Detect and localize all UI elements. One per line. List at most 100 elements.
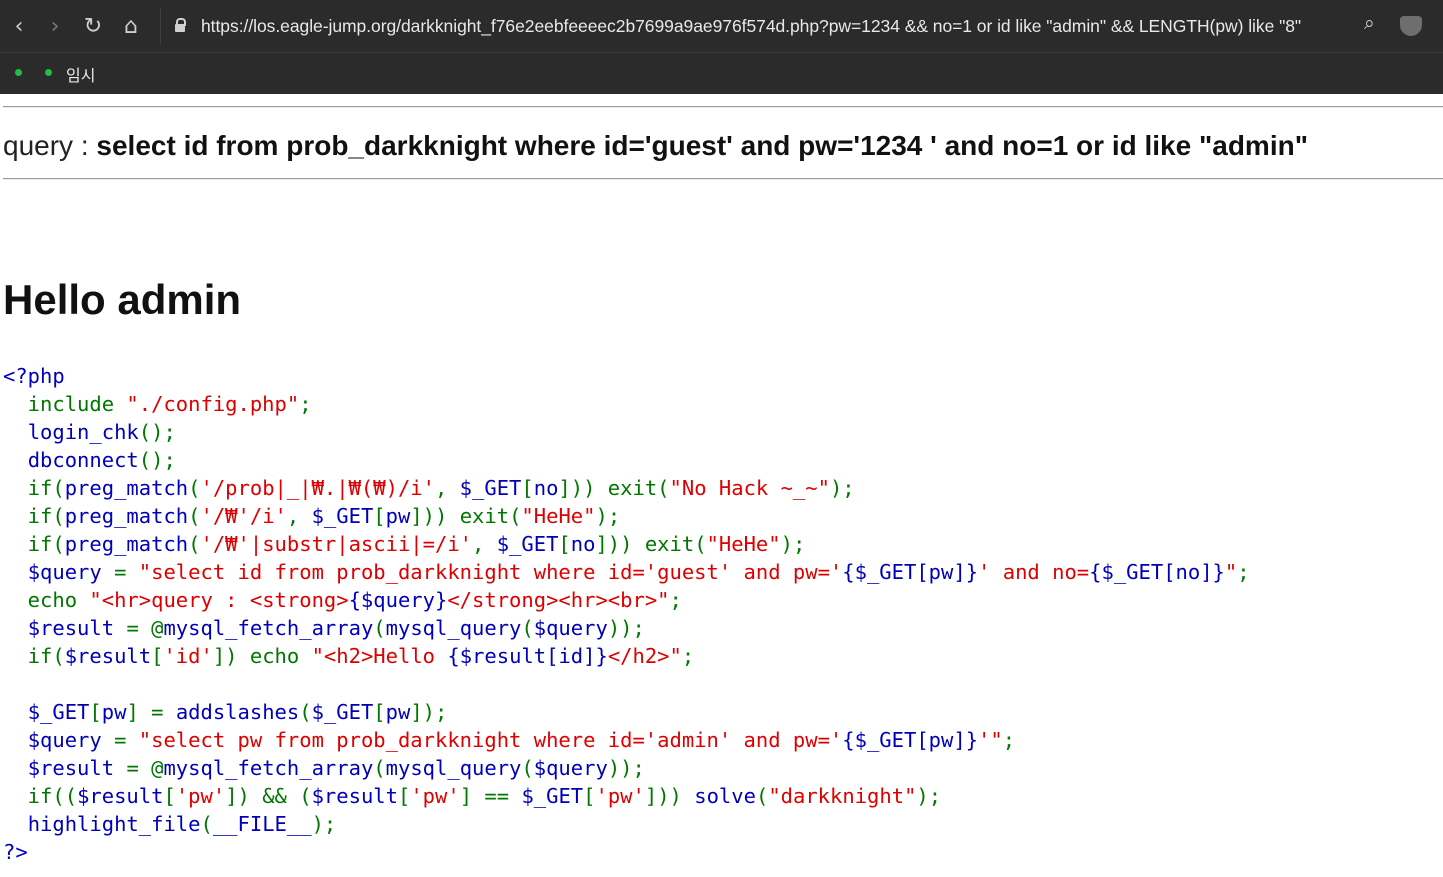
code-token: $_GET [311,504,374,528]
code-token: $query [533,616,608,640]
code-token: ( [188,504,201,528]
code-token: ); [916,784,942,808]
code-token: solve [694,784,756,808]
code-line: $result = @mysql_fetch_array(mysql_query… [3,614,1250,642]
code-token: <?php [3,364,65,388]
code-token: if( [3,476,65,500]
reload-icon[interactable]: ↻ [80,12,106,40]
code-token: ; [681,644,695,668]
code-token: login_chk [27,420,139,444]
code-token: {$_GET[pw]} [842,728,979,752]
code-token: '/₩'/i' [200,504,287,528]
code-token: 'pw' [410,784,460,808]
code-line: echo "<hr>query : <strong>{$query}</stro… [3,586,1250,614]
code-token: "select id from prob_darkknight where id… [138,560,843,584]
code-token: [ [521,476,534,500]
code-line [3,670,1250,698]
code-token: no [533,476,559,500]
code-token: '/prob|_|₩.|₩(₩)/i' [200,476,435,500]
address-bar[interactable]: https://los.eagle-jump.org/darkknight_f7… [160,8,1440,44]
code-token: ( [373,616,386,640]
code-token: = @ [126,616,164,640]
browser-toolbar: ‹ › ↻ ⌂ https://los.eagle-jump.org/darkk… [0,0,1443,52]
code-token: $_GET [459,476,522,500]
code-token: ); [311,812,337,836]
code-token: ( [200,812,213,836]
bottom-divider [3,178,1443,180]
back-arrow-icon[interactable]: ‹ [6,12,32,40]
code-line: ?> [3,838,1250,866]
shield-icon[interactable] [1400,16,1422,36]
code-token: , [472,532,497,556]
code-token: , [286,504,312,528]
bookmark-dot-icon[interactable] [15,69,22,76]
code-line: dbconnect(); [3,446,1250,474]
code-token: $_GET [27,700,90,724]
code-token: mysql_fetch_array [163,756,374,780]
code-token: {$_GET[no]} [1089,560,1225,584]
code-token: "./config.php" [126,392,300,416]
code-token: {$result[id]} [447,644,608,668]
code-token: ( [755,784,769,808]
code-token: preg_match [64,532,189,556]
bookmarks-bar: 임시 [0,52,1443,94]
bookmark-dot-icon[interactable] [45,69,52,76]
lock-icon[interactable] [175,18,186,32]
code-token: highlight_file [27,812,201,836]
code-token: pw [385,504,411,528]
code-token: )); [607,616,645,640]
code-token: include [3,392,127,416]
code-token: $_GET [496,532,559,556]
code-line: if($result['id']) echo "<h2>Hello {$resu… [3,642,1250,670]
code-token: "<h2>Hello [311,644,448,668]
code-token: pw [385,700,411,724]
code-token: ])) exit( [558,476,670,500]
home-icon[interactable]: ⌂ [118,12,144,40]
url-text[interactable]: https://los.eagle-jump.org/darkknight_f7… [201,16,1301,37]
code-token: if( [3,504,65,528]
code-token: $result [311,784,398,808]
code-token: $_GET [311,700,374,724]
code-token: ])) [644,784,695,808]
code-token: pw [101,700,127,724]
code-token: "No Hack ~_~" [669,476,830,500]
code-token: 'id' [163,644,213,668]
code-token: ' and no= [978,560,1090,584]
code-token: $_GET [521,784,584,808]
code-token: = [114,728,139,752]
code-token: ( [188,476,201,500]
code-token: ; [1237,560,1250,584]
code-token: "HeHe" [521,504,596,528]
code-token: $result [27,756,127,780]
code-token: $query [27,728,115,752]
code-line: if(preg_match('/₩'/i', $_GET[pw])) exit(… [3,502,1250,530]
code-token: dbconnect [27,448,139,472]
code-token: __FILE__ [212,812,312,836]
code-line: <?php [3,362,1250,390]
code-token: ; [299,392,312,416]
code-token: if(( [3,784,78,808]
code-token: [ [163,784,176,808]
code-token: {$query} [348,588,448,612]
code-token: ; [1002,728,1016,752]
zoom-icon[interactable]: ⌕ [1364,12,1390,38]
bookmark-folder-label[interactable]: 임시 [66,62,95,86]
code-token: $result [27,616,127,640]
code-token: [ [398,784,411,808]
code-token: [ [373,700,386,724]
code-line: login_chk(); [3,418,1250,446]
code-token: [ [583,784,596,808]
code-token: ( [188,532,201,556]
forward-arrow-icon[interactable]: › [42,12,68,40]
code-token: , [434,476,460,500]
code-token: [ [151,644,164,668]
code-token: [ [373,504,386,528]
code-token: preg_match [64,504,189,528]
code-line: $result = @mysql_fetch_array(mysql_query… [3,754,1250,782]
code-token: = @ [126,756,164,780]
